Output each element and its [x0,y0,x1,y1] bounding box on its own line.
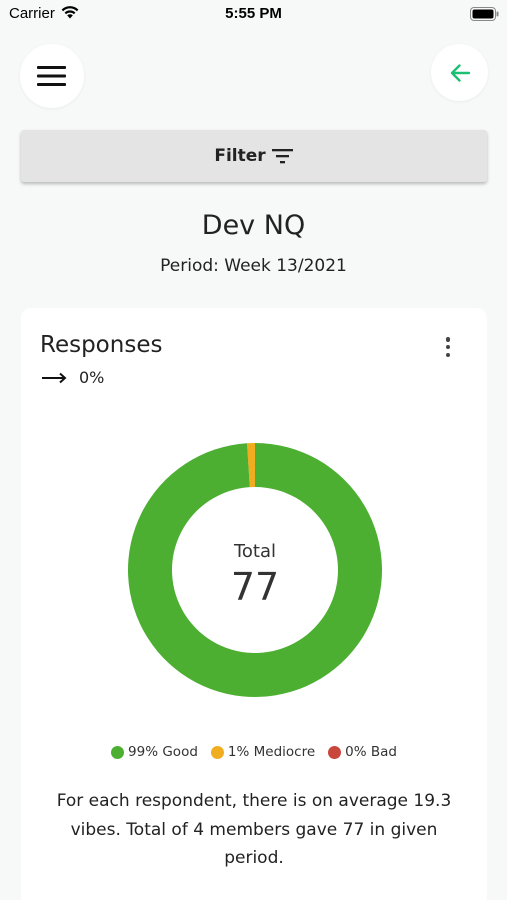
legend-label-bad: 0% Bad [345,744,397,760]
filter-lines-icon [271,149,293,164]
more-vertical-icon [445,337,451,342]
battery-icon [470,7,499,21]
trend-indicator: 0% [41,368,104,387]
arrow-right-icon [42,372,67,383]
period-label: Period: Week 13/2021 [160,256,347,276]
chart-legend: 99% Good 1% Mediocre 0% Bad [21,744,487,760]
responses-card: Responses 0% Total 77 99% Good 1% Mediocr… [21,308,487,900]
donut-center-value: 77 [231,565,279,609]
legend-label-good: 99% Good [128,744,198,760]
card-title: Responses [40,332,163,358]
back-button[interactable] [431,44,488,101]
donut-chart: Total 77 [127,443,382,697]
legend-label-mediocre: 1% Mediocre [227,744,316,760]
page-title: Dev NQ [201,210,306,241]
hamburger-menu-icon [37,66,66,86]
status-time: 5:55 PM [225,5,282,22]
filter-button[interactable]: Filter [21,130,487,182]
legend-dot-mediocre [210,745,224,759]
legend-item-mediocre[interactable]: 1% Mediocre [210,744,316,760]
status-bar: Carrier 5:55 PM [0,0,507,30]
legend-dot-good [111,745,125,759]
legend-dot-bad [328,745,342,759]
menu-button[interactable] [20,44,84,108]
arrow-left-icon [450,63,470,82]
legend-item-good[interactable]: 99% Good [111,744,198,760]
more-options-button[interactable] [437,334,459,360]
trend-value: 0% [79,368,105,387]
legend-item-bad[interactable]: 0% Bad [328,744,397,760]
summary-text: For each respondent, there is on average… [56,791,452,868]
filter-label: Filter [214,146,266,166]
donut-center-label: Total [233,541,276,562]
